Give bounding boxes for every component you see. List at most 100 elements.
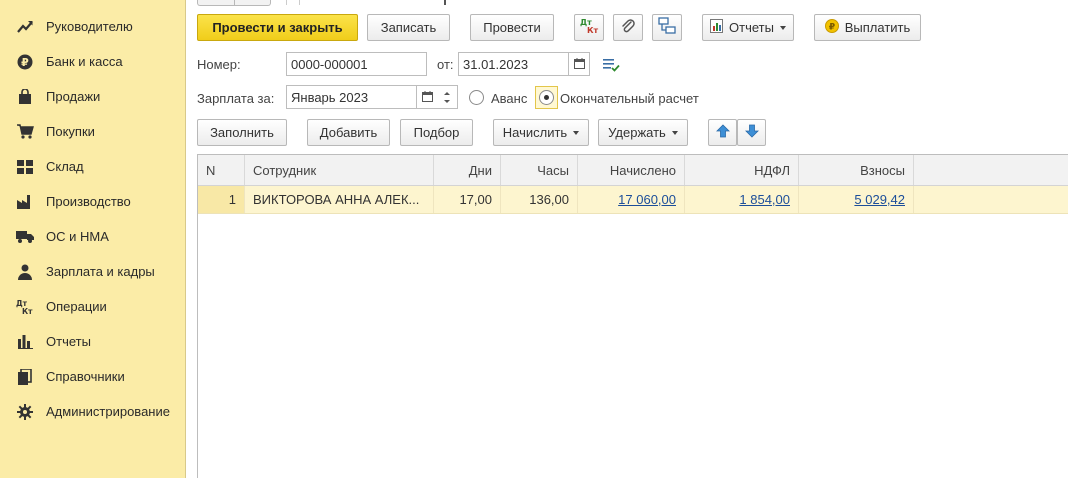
- sidebar-item-purchases[interactable]: Покупки: [0, 114, 185, 149]
- post-and-close-button[interactable]: Провести и закрыть: [197, 14, 358, 41]
- sidebar-item-sales[interactable]: Продажи: [0, 79, 185, 114]
- reports-label: Отчеты: [729, 20, 774, 35]
- date-label: от:: [437, 57, 454, 72]
- deduct-label: Удержать: [608, 125, 666, 140]
- nav-buttons-partial[interactable]: [197, 0, 271, 6]
- sidebar-item-label: ОС и НМА: [46, 229, 109, 244]
- sidebar: Руководителю ₽ Банк и касса Продажи Поку…: [0, 0, 186, 478]
- sidebar-item-label: Руководителю: [46, 19, 133, 34]
- salary-period-label: Зарплата за:: [197, 91, 275, 106]
- cell-employee[interactable]: ВИКТОРОВА АННА АЛЕК...: [245, 186, 434, 213]
- pay-button[interactable]: ₽ Выплатить: [814, 14, 921, 41]
- document-structure-button[interactable]: [652, 14, 682, 41]
- debit-credit-icon: Дт Кт: [16, 298, 34, 316]
- accruals-table[interactable]: N Сотрудник Дни Часы Начислено НДФЛ Взно…: [197, 154, 1068, 478]
- svg-text:₽: ₽: [829, 23, 835, 33]
- sidebar-item-production[interactable]: Производство: [0, 184, 185, 219]
- accrue-dropdown-button[interactable]: Начислить: [493, 119, 589, 146]
- table-row[interactable]: 1 ВИКТОРОВА АННА АЛЕК... 17,00 136,00 17…: [198, 186, 1068, 214]
- sidebar-item-directories[interactable]: Справочники: [0, 359, 185, 394]
- column-header-ndfl[interactable]: НДФЛ: [685, 155, 799, 185]
- paperclip-icon: [620, 18, 636, 37]
- period-calendar-button[interactable]: [416, 85, 438, 109]
- dtkt-button[interactable]: Дт Кт: [574, 14, 604, 41]
- chevron-up-icon: [444, 91, 450, 95]
- trend-chart-icon: [16, 18, 34, 36]
- advance-radio[interactable]: [469, 90, 484, 105]
- move-down-button[interactable]: [737, 119, 766, 146]
- sidebar-item-label: Зарплата и кадры: [46, 264, 155, 279]
- document-list-icon: [602, 59, 620, 76]
- final-settlement-radio[interactable]: [539, 90, 554, 105]
- column-header-days[interactable]: Дни: [434, 155, 501, 185]
- column-header-n[interactable]: N: [198, 155, 245, 185]
- reports-dropdown-button[interactable]: Отчеты: [702, 14, 794, 41]
- date-field[interactable]: 31.01.2023: [458, 52, 569, 76]
- move-up-button[interactable]: [708, 119, 737, 146]
- cell-days[interactable]: 17,00: [434, 186, 501, 213]
- chevron-down-icon: [573, 130, 580, 135]
- sidebar-item-warehouse[interactable]: Склад: [0, 149, 185, 184]
- save-button[interactable]: Записать: [367, 14, 450, 41]
- bar-chart-icon: [16, 333, 34, 351]
- sidebar-item-fixed-assets[interactable]: ОС и НМА: [0, 219, 185, 254]
- calendar-icon: [421, 90, 433, 105]
- gear-icon: [16, 403, 34, 421]
- ruble-coin-icon: ₽: [16, 53, 34, 71]
- sidebar-item-label: Склад: [46, 159, 84, 174]
- books-icon: [16, 368, 34, 386]
- post-button[interactable]: Провести: [470, 14, 554, 41]
- cell-hours[interactable]: 136,00: [501, 186, 578, 213]
- number-label: Номер:: [197, 57, 241, 72]
- accrued-link[interactable]: 17 060,00: [618, 192, 676, 207]
- add-button[interactable]: Добавить: [307, 119, 390, 146]
- sidebar-item-bank[interactable]: ₽ Банк и касса: [0, 44, 185, 79]
- final-settlement-radio-label: Окончательный расчет: [560, 91, 699, 106]
- debit-credit-icon: Дт Кт: [579, 17, 599, 38]
- period-stepper[interactable]: [437, 85, 458, 109]
- sidebar-item-label: Производство: [46, 194, 131, 209]
- title-text-partial: [444, 0, 450, 5]
- svg-text:Кт: Кт: [22, 307, 33, 315]
- advance-radio-label: Аванс: [491, 91, 528, 106]
- column-header-employee[interactable]: Сотрудник: [245, 155, 434, 185]
- attach-button[interactable]: [613, 14, 643, 41]
- history-button[interactable]: [602, 57, 620, 73]
- cell-accrued[interactable]: 17 060,00: [578, 186, 685, 213]
- date-calendar-button[interactable]: [568, 52, 590, 76]
- document-structure-icon: [658, 17, 676, 38]
- pay-label: Выплатить: [844, 20, 911, 35]
- salary-period-field[interactable]: Январь 2023: [286, 85, 417, 109]
- sidebar-item-label: Покупки: [46, 124, 95, 139]
- sidebar-item-label: Отчеты: [46, 334, 91, 349]
- column-header-accrued[interactable]: Начислено: [578, 155, 685, 185]
- favorite-star-partial[interactable]: [286, 0, 300, 5]
- chevron-down-icon: [779, 25, 786, 30]
- number-field[interactable]: 0000-000001: [286, 52, 427, 76]
- ndfl-link[interactable]: 1 854,00: [739, 192, 790, 207]
- sidebar-item-label: Администрирование: [46, 404, 170, 419]
- sidebar-item-administration[interactable]: Администрирование: [0, 394, 185, 429]
- report-icon: [710, 19, 724, 36]
- truck-icon: [16, 228, 34, 246]
- cell-ndfl[interactable]: 1 854,00: [685, 186, 799, 213]
- cell-contributions[interactable]: 5 029,42: [799, 186, 914, 213]
- sidebar-item-label: Продажи: [46, 89, 101, 104]
- cell-n[interactable]: 1: [198, 186, 245, 213]
- shopping-cart-icon: [16, 123, 34, 141]
- column-header-contributions[interactable]: Взносы: [799, 155, 914, 185]
- sidebar-item-reports[interactable]: Отчеты: [0, 324, 185, 359]
- sidebar-item-payroll[interactable]: Зарплата и кадры: [0, 254, 185, 289]
- fill-button[interactable]: Заполнить: [197, 119, 287, 146]
- warehouse-grid-icon: [16, 158, 34, 176]
- select-button[interactable]: Подбор: [400, 119, 473, 146]
- contributions-link[interactable]: 5 029,42: [854, 192, 905, 207]
- sidebar-item-label: Банк и касса: [46, 54, 123, 69]
- sidebar-item-manager[interactable]: Руководителю: [0, 9, 185, 44]
- chevron-down-icon: [444, 99, 450, 103]
- column-header-hours[interactable]: Часы: [501, 155, 578, 185]
- sidebar-item-operations[interactable]: Дт Кт Операции: [0, 289, 185, 324]
- svg-text:Кт: Кт: [587, 26, 599, 35]
- table-header: N Сотрудник Дни Часы Начислено НДФЛ Взно…: [198, 155, 1068, 186]
- deduct-dropdown-button[interactable]: Удержать: [598, 119, 688, 146]
